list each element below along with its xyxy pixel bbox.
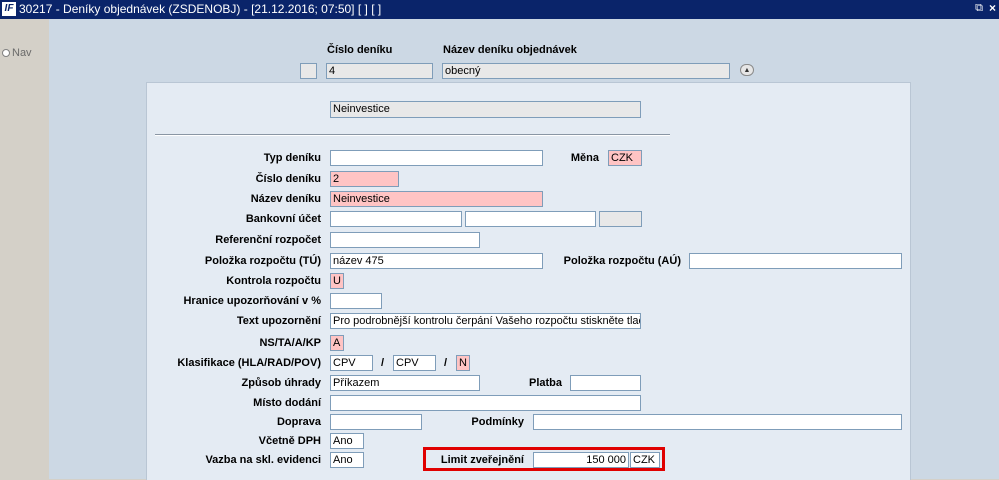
vazba-label: Vazba na skl. evidenci [205,454,321,466]
vcetne-dph-label: Včetně DPH [258,435,321,447]
app-logo-icon: IF [2,2,16,16]
limit-field[interactable]: 150 000 [533,452,629,468]
polozka-au-field[interactable] [689,253,902,269]
vcetne-dph-field[interactable]: Ano [330,433,364,449]
text-upozorneni-label: Text upozornění [236,315,321,327]
window-title: 30217 - Deníky objednávek (ZSDENOBJ) - [… [19,2,382,16]
bankovni-ucet-field-1[interactable] [330,211,462,227]
bankovni-ucet-field-3[interactable] [599,211,642,227]
podminky-field[interactable] [533,414,902,430]
collapse-up-icon[interactable]: ▲ [740,64,754,76]
left-navigation-column: Nav [0,19,49,479]
referencni-rozpocet-field[interactable] [330,232,480,248]
kontrola-rozpoctu-field[interactable]: U [330,273,344,289]
bankovni-ucet-label: Bankovní účet [245,213,321,225]
typ-deniku-label: Typ deníku [263,152,321,164]
zpusob-uhrady-field[interactable]: Příkazem [330,375,480,391]
platba-field[interactable] [570,375,641,391]
record-indicator[interactable] [300,63,317,79]
podminky-label: Podmínky [471,416,524,428]
ns-ta-field[interactable]: A [330,335,344,351]
close-window-icon[interactable]: × [989,1,996,15]
text-upozorneni-field[interactable]: Pro podrobnější kontrolu čerpání Vašeho … [330,313,641,329]
zpusob-uhrady-label: Způsob úhrady [241,377,321,389]
cislo-deniku-label: Číslo deníku [255,173,321,185]
klasifikace-separator-2: / [444,357,448,369]
doprava-label: Doprava [276,416,321,428]
klasifikace-separator-1: / [381,357,385,369]
doprava-field[interactable] [330,414,422,430]
mena-field[interactable]: CZK [608,150,642,166]
cislo-deniku-field[interactable]: 2 [330,171,399,187]
restore-window-icon[interactable]: ⧉ [975,2,983,15]
polozka-tu-label: Položka rozpočtu (TÚ) [204,255,321,267]
bankovni-ucet-field-2[interactable] [465,211,596,227]
mena-label: Měna [570,152,599,164]
hranice-field[interactable] [330,293,382,309]
ns-ta-label: NS/TA/A/KP [259,337,321,349]
nazev-deniku-label: Název deníku [250,193,321,205]
header-cislo-label: Číslo deníku [327,44,393,56]
vazba-field[interactable]: Ano [330,452,364,468]
top-value-field[interactable]: Neinvestice [330,101,641,118]
klasifikace-pov-field[interactable]: N [456,355,470,371]
radio-icon[interactable] [2,49,10,57]
divider [155,134,670,136]
klasifikace-hla-field[interactable]: CPV [330,355,373,371]
klasifikace-rad-field[interactable]: CPV [393,355,436,371]
misto-dodani-label: Místo dodání [253,397,321,409]
kontrola-rozpoctu-label: Kontrola rozpočtu [226,275,321,287]
nav-option[interactable]: Nav [2,47,32,59]
polozka-au-label: Položka rozpočtu (AÚ) [563,255,681,267]
window-title-bar: IF 30217 - Deníky objednávek (ZSDENOBJ) … [0,0,999,19]
header-nazev-label: Název deníku objednávek [443,44,577,56]
referencni-rozpocet-label: Referenční rozpočet [215,234,321,246]
klasifikace-label: Klasifikace (HLA/RAD/POV) [177,357,321,369]
misto-dodani-field[interactable] [330,395,641,411]
hranice-label: Hranice upozorňování v % [183,295,321,307]
polozka-tu-field[interactable]: název 475 [330,253,543,269]
platba-label: Platba [528,377,562,389]
limit-label: Limit zveřejnění [440,454,524,466]
nazev-deniku-field[interactable]: Neinvestice [330,191,543,207]
limit-currency-field[interactable]: CZK [630,452,660,468]
typ-deniku-field[interactable] [330,150,543,166]
header-nazev-field[interactable]: obecný [442,63,730,79]
header-cislo-field[interactable]: 4 [326,63,433,79]
nav-label: Nav [12,47,32,59]
